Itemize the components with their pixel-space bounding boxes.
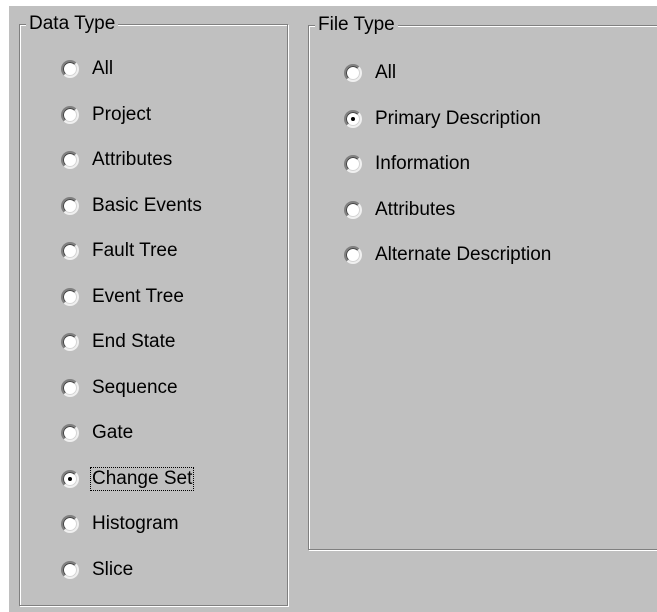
radio-button[interactable] (344, 109, 362, 128)
radio-label: Primary Description (375, 107, 541, 129)
data-type-option-end-state[interactable]: End State (61, 329, 177, 355)
radio-label: Alternate Description (375, 244, 552, 265)
radio-button[interactable] (61, 424, 79, 442)
radio-button[interactable] (61, 515, 79, 533)
data-type-option-project[interactable]: Project (61, 102, 153, 128)
radio-button[interactable] (61, 105, 79, 124)
radio-label: Slice (92, 558, 134, 580)
file-type-option-attributes[interactable]: Attributes (344, 197, 457, 223)
radio-button[interactable] (344, 64, 362, 82)
radio-label: End State (92, 331, 176, 352)
data-type-option-basic-events[interactable]: Basic Events (61, 193, 204, 219)
radio-button[interactable] (61, 196, 79, 215)
radio-label: Project (92, 103, 152, 125)
radio-label: Attributes (375, 198, 456, 220)
radio-button[interactable] (61, 333, 79, 351)
data-type-option-fault-tree[interactable]: Fault Tree (61, 238, 180, 264)
radio-button[interactable] (344, 155, 362, 173)
data-type-option-histogram[interactable]: Histogram (61, 511, 181, 537)
radio-button[interactable] (61, 242, 79, 260)
file-type-option-information[interactable]: Information (344, 151, 472, 177)
radio-button[interactable] (344, 246, 362, 264)
dialog-panel: Data Type All Project Attributes Basic Even… (9, 6, 657, 612)
radio-label: Attributes (92, 149, 173, 170)
file-type-group: File Type All Primary Description Informat… (308, 15, 657, 550)
data-type-option-gate[interactable]: Gate (61, 420, 135, 446)
file-type-option-all[interactable]: All (344, 60, 398, 86)
radio-label: Gate (92, 422, 134, 443)
radio-label: Histogram (92, 513, 179, 534)
data-type-option-sequence[interactable]: Sequence (61, 375, 180, 401)
file-type-option-primary-description[interactable]: Primary Description (344, 106, 543, 132)
radio-button[interactable] (344, 200, 362, 219)
data-type-title: Data Type (26, 14, 119, 34)
radio-label: All (92, 58, 114, 79)
radio-button[interactable] (61, 560, 79, 579)
radio-button[interactable] (61, 287, 79, 306)
radio-label: Change Set (90, 466, 195, 491)
file-type-title: File Type (315, 15, 398, 35)
data-type-option-event-tree[interactable]: Event Tree (61, 284, 186, 310)
data-type-option-all[interactable]: All (61, 56, 115, 82)
radio-label: Event Tree (92, 285, 184, 307)
radio-label: Fault Tree (92, 240, 178, 261)
radio-button[interactable] (61, 151, 79, 169)
radio-label: Sequence (92, 376, 178, 398)
data-type-group: Data Type All Project Attributes Basic Even… (19, 14, 288, 606)
radio-button[interactable] (61, 469, 79, 488)
radio-label: Basic Events (92, 194, 202, 216)
data-type-option-change-set[interactable]: Change Set (61, 466, 195, 492)
data-type-option-slice[interactable]: Slice (61, 557, 135, 583)
data-type-option-attributes[interactable]: Attributes (61, 147, 174, 173)
radio-button[interactable] (61, 60, 79, 78)
radio-label: All (375, 62, 397, 83)
file-type-option-alternate-description[interactable]: Alternate Description (344, 242, 553, 268)
radio-button[interactable] (61, 378, 79, 397)
radio-label: Information (375, 153, 471, 174)
